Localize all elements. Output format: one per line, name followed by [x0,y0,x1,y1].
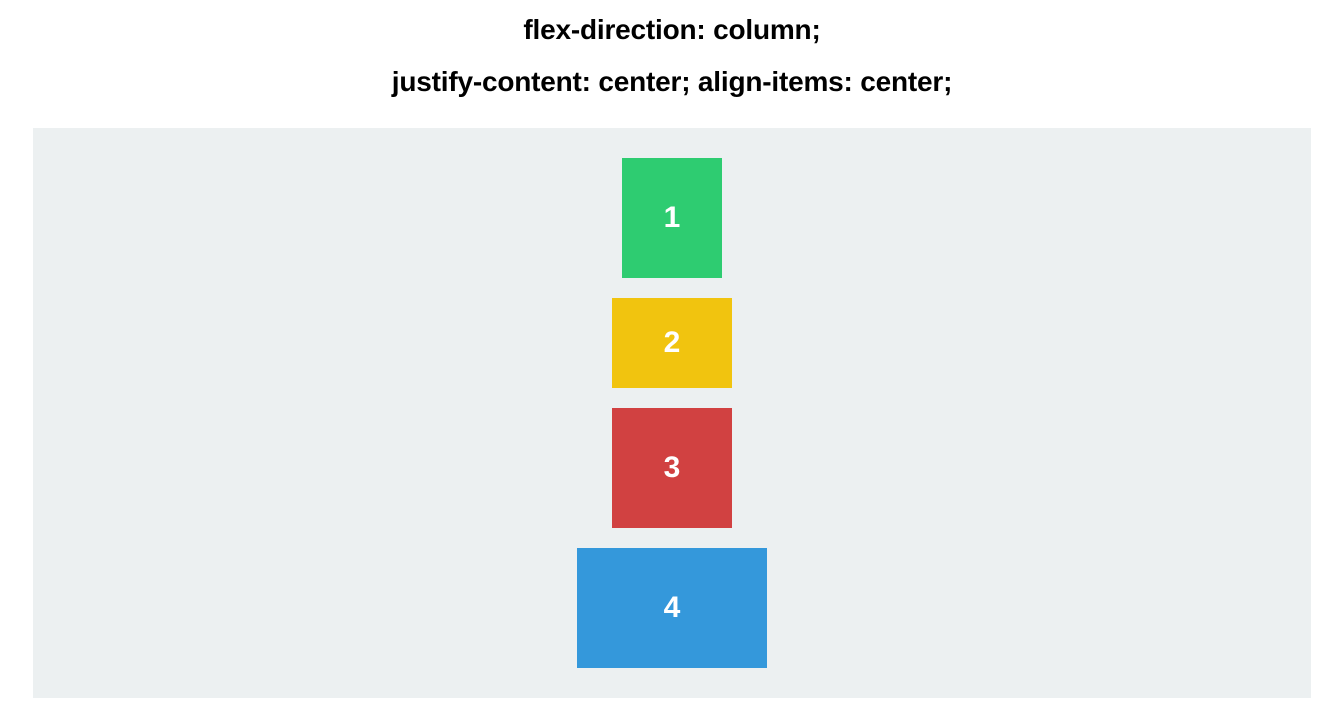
headings-block: flex-direction: column; justify-content:… [392,0,952,118]
flex-item-1: 1 [622,158,722,278]
flex-item-label: 2 [664,326,681,360]
flex-item-label: 3 [664,451,681,485]
heading-line-1: flex-direction: column; [392,14,952,46]
flex-item-2: 2 [612,298,732,388]
flex-container: 1 2 3 4 [33,128,1311,698]
flex-item-label: 4 [664,591,681,625]
page-wrap: flex-direction: column; justify-content:… [0,0,1344,702]
flex-item-3: 3 [612,408,732,528]
flex-item-4: 4 [577,548,767,668]
heading-line-2: justify-content: center; align-items: ce… [392,66,952,98]
flex-item-label: 1 [664,201,681,235]
